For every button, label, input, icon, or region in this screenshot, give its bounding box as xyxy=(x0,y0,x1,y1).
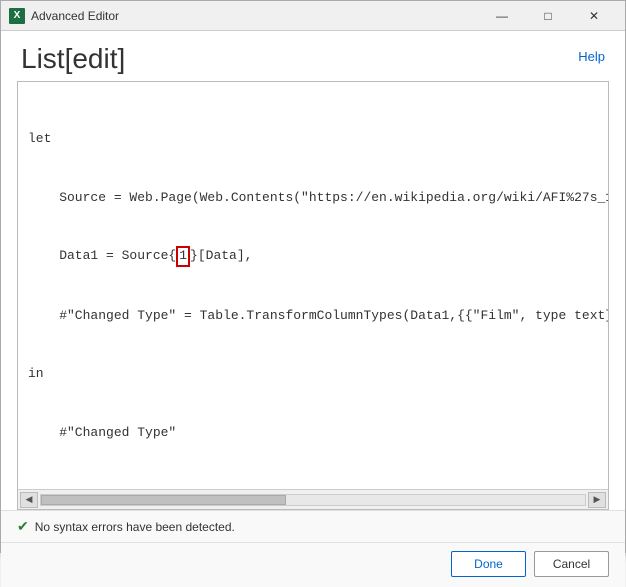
content-area: List[edit] Help let Source = Web.Page(We… xyxy=(1,31,625,587)
editor-container[interactable]: let Source = Web.Page(Web.Contents("http… xyxy=(17,81,609,510)
cancel-button[interactable]: Cancel xyxy=(534,551,609,577)
code-line-3: #"Changed Type" = Table.TransformColumnT… xyxy=(28,306,598,326)
scroll-thumb[interactable] xyxy=(41,495,286,505)
done-button[interactable]: Done xyxy=(451,551,526,577)
app-icon: X xyxy=(9,8,25,24)
window-controls: — □ ✕ xyxy=(479,1,617,31)
minimize-button[interactable]: — xyxy=(479,1,525,31)
scroll-track[interactable] xyxy=(40,494,586,506)
window-title: Advanced Editor xyxy=(31,9,479,23)
code-line-2: Data1 = Source{1}[Data], xyxy=(28,246,598,267)
code-line-4: in xyxy=(28,364,598,384)
footer-buttons: Done Cancel xyxy=(1,542,625,587)
help-link[interactable]: Help xyxy=(578,43,605,64)
close-button[interactable]: ✕ xyxy=(571,1,617,31)
advanced-editor-window: X Advanced Editor — □ ✕ List[edit] Help … xyxy=(0,0,626,553)
status-bar: ✔ No syntax errors have been detected. xyxy=(1,510,625,542)
horizontal-scrollbar[interactable]: ◀ ▶ xyxy=(18,489,608,509)
status-text: No syntax errors have been detected. xyxy=(35,520,235,534)
page-title: List[edit] xyxy=(21,43,125,75)
code-line-1: Source = Web.Page(Web.Contents("https://… xyxy=(28,188,598,208)
scroll-right-arrow[interactable]: ▶ xyxy=(588,492,606,508)
code-editor[interactable]: let Source = Web.Page(Web.Contents("http… xyxy=(18,82,608,489)
code-line-5: #"Changed Type" xyxy=(28,423,598,443)
check-icon: ✔ xyxy=(17,518,29,535)
maximize-button[interactable]: □ xyxy=(525,1,571,31)
scroll-left-arrow[interactable]: ◀ xyxy=(20,492,38,508)
code-line-0: let xyxy=(28,129,598,149)
title-bar: X Advanced Editor — □ ✕ xyxy=(1,1,625,31)
highlighted-char: 1 xyxy=(176,246,190,267)
header-row: List[edit] Help xyxy=(1,31,625,81)
